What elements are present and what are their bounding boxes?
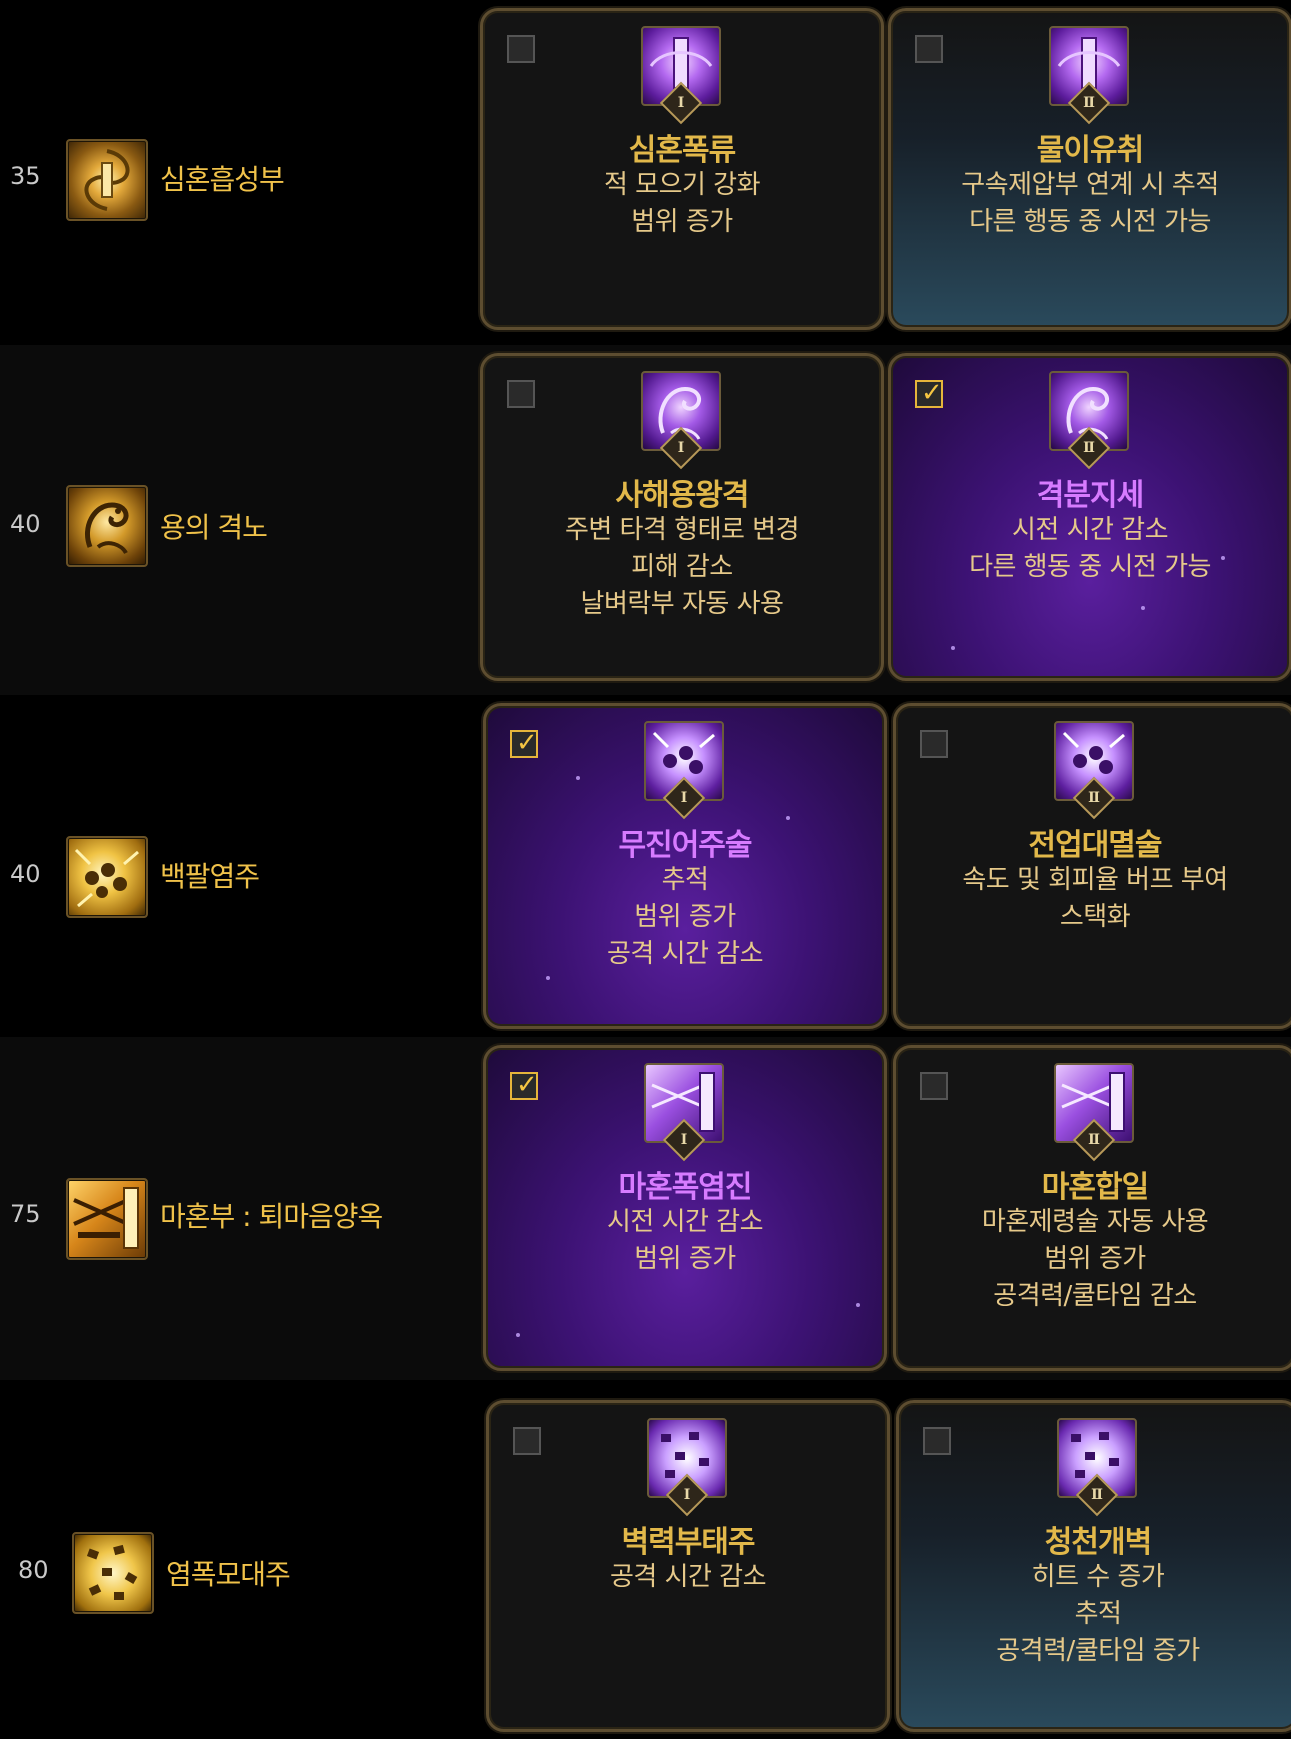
skill-name: 백팔염주 bbox=[160, 860, 260, 893]
option-title: 무진어주술 bbox=[618, 828, 753, 863]
option-title: 물이유취 bbox=[1036, 133, 1144, 168]
option-description: 히트 수 증가 추적 공격력/쿨타임 증가 bbox=[996, 1562, 1200, 1666]
skill-level: 75 bbox=[10, 1200, 41, 1228]
skill-row: 75 마혼부 : 퇴마음양옥 ✓ Ⅰ 마혼폭염진 시전 시간 감소 범위 증가 … bbox=[0, 1037, 1291, 1380]
skill-row: 80 염폭모대주 Ⅰ 벽력부태주 공격 시간 감소 Ⅱ 청천개벽 히트 수 증가… bbox=[0, 1380, 1291, 1739]
option-card[interactable]: Ⅱ 전업대멸술 속도 및 회피율 버프 부여 스택화 bbox=[893, 703, 1291, 1029]
option-card[interactable]: Ⅰ 심혼폭류 적 모으기 강화 범위 증가 bbox=[480, 8, 884, 330]
exorcism-seal-icon bbox=[66, 1178, 148, 1260]
option-description: 주변 타격 형태로 변경 피해 감소 날벼락부 자동 사용 bbox=[564, 515, 800, 619]
option-card[interactable]: Ⅱ 물이유취 구속제압부 연계 시 추적 다른 행동 중 시전 가능 bbox=[888, 8, 1291, 330]
option-title: 심혼폭류 bbox=[628, 133, 736, 168]
bead-storm-icon: Ⅱ bbox=[1057, 1418, 1137, 1517]
prayer-beads-icon: Ⅰ bbox=[644, 721, 724, 820]
spirit-whirl-icon bbox=[66, 139, 148, 221]
option-checkbox[interactable] bbox=[507, 380, 535, 408]
option-title: 청천개벽 bbox=[1044, 1525, 1152, 1560]
option-title: 전업대멸술 bbox=[1028, 828, 1163, 863]
option-checkbox[interactable]: ✓ bbox=[510, 730, 538, 758]
skill-name: 용의 격노 bbox=[160, 511, 268, 544]
option-checkbox[interactable] bbox=[915, 35, 943, 63]
option-checkbox[interactable] bbox=[920, 1072, 948, 1100]
option-card[interactable]: Ⅱ 마혼합일 마혼제령술 자동 사용 범위 증가 공격력/쿨타임 감소 bbox=[893, 1045, 1291, 1371]
option-card[interactable]: ✓ Ⅱ 격분지세 시전 시간 감소 다른 행동 중 시전 가능 bbox=[888, 353, 1291, 681]
option-card[interactable]: Ⅰ 사해용왕격 주변 타격 형태로 변경 피해 감소 날벼락부 자동 사용 bbox=[480, 353, 884, 681]
option-checkbox[interactable] bbox=[923, 1427, 951, 1455]
skill-row: 35 심혼흡성부 Ⅰ 심혼폭류 적 모으기 강화 범위 증가 Ⅱ 물이유취 구속… bbox=[0, 0, 1291, 345]
skill-name: 염폭모대주 bbox=[166, 1558, 291, 1591]
skill-name: 마혼부 : 퇴마음양옥 bbox=[160, 1200, 383, 1233]
exorcism-seal-icon: Ⅱ bbox=[1054, 1063, 1134, 1162]
option-checkbox[interactable] bbox=[513, 1427, 541, 1455]
skill-level: 35 bbox=[10, 162, 41, 190]
option-description: 마혼제령술 자동 사용 범위 증가 공격력/쿨타임 감소 bbox=[981, 1207, 1209, 1311]
option-checkbox[interactable]: ✓ bbox=[915, 380, 943, 408]
option-checkbox[interactable] bbox=[507, 35, 535, 63]
bead-storm-icon bbox=[72, 1532, 154, 1614]
prayer-beads-icon bbox=[66, 836, 148, 918]
option-title: 격분지세 bbox=[1036, 478, 1144, 513]
check-icon: ✓ bbox=[516, 728, 538, 758]
option-title: 벽력부태주 bbox=[621, 1525, 756, 1560]
skill-row: 40 용의 격노 Ⅰ 사해용왕격 주변 타격 형태로 변경 피해 감소 날벼락부… bbox=[0, 345, 1291, 695]
option-description: 적 모으기 강화 범위 증가 bbox=[603, 170, 761, 237]
option-checkbox[interactable]: ✓ bbox=[510, 1072, 538, 1100]
skill-level: 40 bbox=[10, 510, 41, 538]
spirit-talisman-icon: Ⅰ bbox=[641, 26, 721, 125]
dragon-icon: Ⅰ bbox=[641, 371, 721, 470]
check-icon: ✓ bbox=[516, 1070, 538, 1100]
exorcism-seal-icon: Ⅰ bbox=[644, 1063, 724, 1162]
option-card[interactable]: Ⅱ 청천개벽 히트 수 증가 추적 공격력/쿨타임 증가 bbox=[896, 1400, 1291, 1732]
skill-name: 심혼흡성부 bbox=[160, 163, 285, 196]
option-title: 사해용왕격 bbox=[615, 478, 750, 513]
option-card[interactable]: ✓ Ⅰ 마혼폭염진 시전 시간 감소 범위 증가 bbox=[483, 1045, 887, 1371]
option-checkbox[interactable] bbox=[920, 730, 948, 758]
option-card[interactable]: ✓ Ⅰ 무진어주술 추적 범위 증가 공격 시간 감소 bbox=[483, 703, 887, 1029]
option-description: 시전 시간 감소 다른 행동 중 시전 가능 bbox=[969, 515, 1211, 582]
option-description: 구속제압부 연계 시 추적 다른 행동 중 시전 가능 bbox=[961, 170, 1219, 237]
spirit-talisman-icon: Ⅱ bbox=[1049, 26, 1129, 125]
option-description: 속도 및 회피율 버프 부여 스택화 bbox=[962, 865, 1228, 932]
skill-option-list: 35 심혼흡성부 Ⅰ 심혼폭류 적 모으기 강화 범위 증가 Ⅱ 물이유취 구속… bbox=[0, 0, 1291, 1739]
bead-storm-icon: Ⅰ bbox=[647, 1418, 727, 1517]
skill-level: 80 bbox=[18, 1556, 49, 1584]
option-description: 시전 시간 감소 범위 증가 bbox=[606, 1207, 764, 1274]
option-title: 마혼합일 bbox=[1041, 1170, 1149, 1205]
check-icon: ✓ bbox=[921, 378, 943, 408]
option-description: 공격 시간 감소 bbox=[609, 1562, 767, 1592]
skill-level: 40 bbox=[10, 860, 41, 888]
option-card[interactable]: Ⅰ 벽력부태주 공격 시간 감소 bbox=[486, 1400, 890, 1732]
dragon-icon: Ⅱ bbox=[1049, 371, 1129, 470]
dragon-icon bbox=[66, 485, 148, 567]
skill-row: 40 백팔염주 ✓ Ⅰ 무진어주술 추적 범위 증가 공격 시간 감소 Ⅱ 전업… bbox=[0, 695, 1291, 1037]
option-description: 추적 범위 증가 공격 시간 감소 bbox=[606, 865, 764, 969]
option-title: 마혼폭염진 bbox=[618, 1170, 753, 1205]
prayer-beads-icon: Ⅱ bbox=[1054, 721, 1134, 820]
